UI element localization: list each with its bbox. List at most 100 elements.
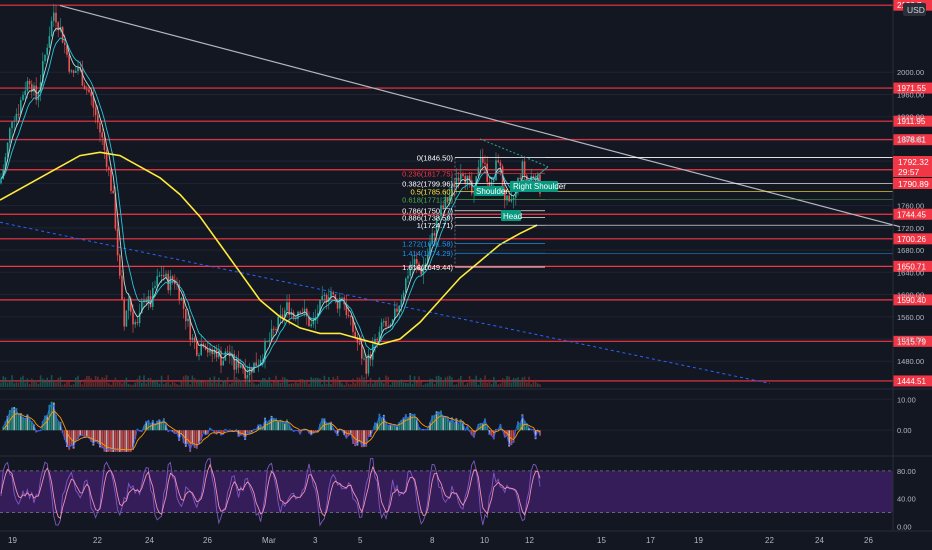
volume-bar <box>224 380 227 387</box>
candle-body <box>185 308 187 322</box>
volume-bar <box>198 379 200 387</box>
volume-bar <box>4 377 7 387</box>
volume-bar <box>405 382 407 387</box>
candle-body <box>171 276 174 280</box>
candle-body <box>312 320 315 325</box>
trading-chart[interactable]: 2120.71971.551911.951878.611824.481744.4… <box>0 0 932 550</box>
volume-bar <box>438 375 440 387</box>
candle-body <box>48 36 51 48</box>
volume-bar <box>158 383 161 387</box>
volume-bar <box>0 382 2 387</box>
volume-bar <box>68 382 70 387</box>
time-tick-label: 19 <box>8 536 17 545</box>
macd-histogram-bar <box>17 413 20 431</box>
currency-badge[interactable]: USD <box>903 3 926 16</box>
volume-bar <box>295 380 297 387</box>
candle-body <box>457 177 460 181</box>
volume-bar <box>99 379 101 387</box>
volume-bar <box>251 376 253 387</box>
volume-bar <box>28 384 31 387</box>
volume-bar <box>50 375 53 387</box>
candle-body <box>350 315 352 318</box>
volume-bar <box>15 382 18 387</box>
candle-body <box>64 42 66 45</box>
volume-bar <box>156 379 158 387</box>
volume-bar <box>367 383 370 387</box>
volume-bar <box>79 381 81 387</box>
price-tick-label: 2000.00 <box>897 68 924 77</box>
volume-bar <box>519 382 521 387</box>
volume-bar <box>222 380 224 387</box>
candle-body <box>493 180 495 182</box>
candle-body <box>482 157 484 163</box>
volume-bar <box>86 375 88 387</box>
volume-bar <box>411 383 414 387</box>
macd-histogram-bar <box>101 430 104 449</box>
volume-bar <box>510 382 513 387</box>
candle-body <box>330 292 332 298</box>
candle-body <box>341 297 343 299</box>
volume-bar <box>449 375 451 387</box>
volume-bar <box>312 378 315 387</box>
volume-bar <box>81 384 84 387</box>
candle-body <box>286 302 288 311</box>
candle-body <box>94 107 97 116</box>
volume-bar <box>20 377 22 387</box>
macd-histogram-bar <box>125 430 128 452</box>
volume-bar <box>396 380 398 387</box>
candle-body <box>125 310 128 327</box>
volume-bar <box>154 381 156 387</box>
volume-bar <box>196 381 198 387</box>
candle-body <box>165 273 167 277</box>
volume-bar <box>330 384 332 387</box>
candle-body <box>358 342 361 345</box>
volume-bar <box>334 378 337 387</box>
volume-bar <box>482 382 484 387</box>
volume-bar <box>336 375 339 387</box>
volume-bar <box>400 379 403 387</box>
volume-bar <box>350 384 352 387</box>
candle-body <box>123 299 125 327</box>
volume-bar <box>193 377 196 387</box>
time-tick-label: 12 <box>525 536 534 545</box>
volume-bar <box>182 376 185 387</box>
volume-bar <box>66 380 68 387</box>
candle-body <box>77 67 79 72</box>
macd-histogram-bar <box>123 430 126 452</box>
volume-bar <box>59 376 62 387</box>
volume-bar <box>94 375 97 387</box>
stoch-tick-label: 80.00 <box>897 467 916 476</box>
candle-body <box>347 315 350 317</box>
volume-bar <box>11 375 13 387</box>
candle-body <box>44 54 46 62</box>
volume-bar <box>138 375 141 387</box>
candle-body <box>0 178 2 184</box>
candle-body <box>72 70 75 73</box>
level-tag: 1700.26 <box>897 235 926 244</box>
volume-bar <box>453 384 455 387</box>
volume-bar <box>191 375 194 387</box>
macd-histogram-bar <box>363 430 365 447</box>
volume-bar <box>226 377 229 387</box>
volume-bar <box>488 379 491 387</box>
macd-histogram-bar <box>24 417 27 431</box>
candle-body <box>86 89 88 91</box>
candle-body <box>361 344 363 359</box>
candle-body <box>400 300 403 306</box>
time-tick-label: 22 <box>93 536 102 545</box>
macd-histogram-bar <box>121 430 123 452</box>
macd-histogram-bar <box>411 413 414 431</box>
volume-bar <box>455 384 458 387</box>
volume-bar <box>42 378 44 387</box>
volume-bar <box>108 383 110 387</box>
volume-bar <box>352 378 354 387</box>
volume-bar <box>462 379 464 387</box>
time-tick-label: 10 <box>480 536 489 545</box>
volume-bar <box>70 384 73 387</box>
candle-body <box>339 297 341 309</box>
volume-bar <box>314 377 317 387</box>
candle-body <box>26 81 29 91</box>
volume-bar <box>328 376 330 387</box>
candle-body <box>46 47 48 55</box>
volume-bar <box>37 383 40 387</box>
